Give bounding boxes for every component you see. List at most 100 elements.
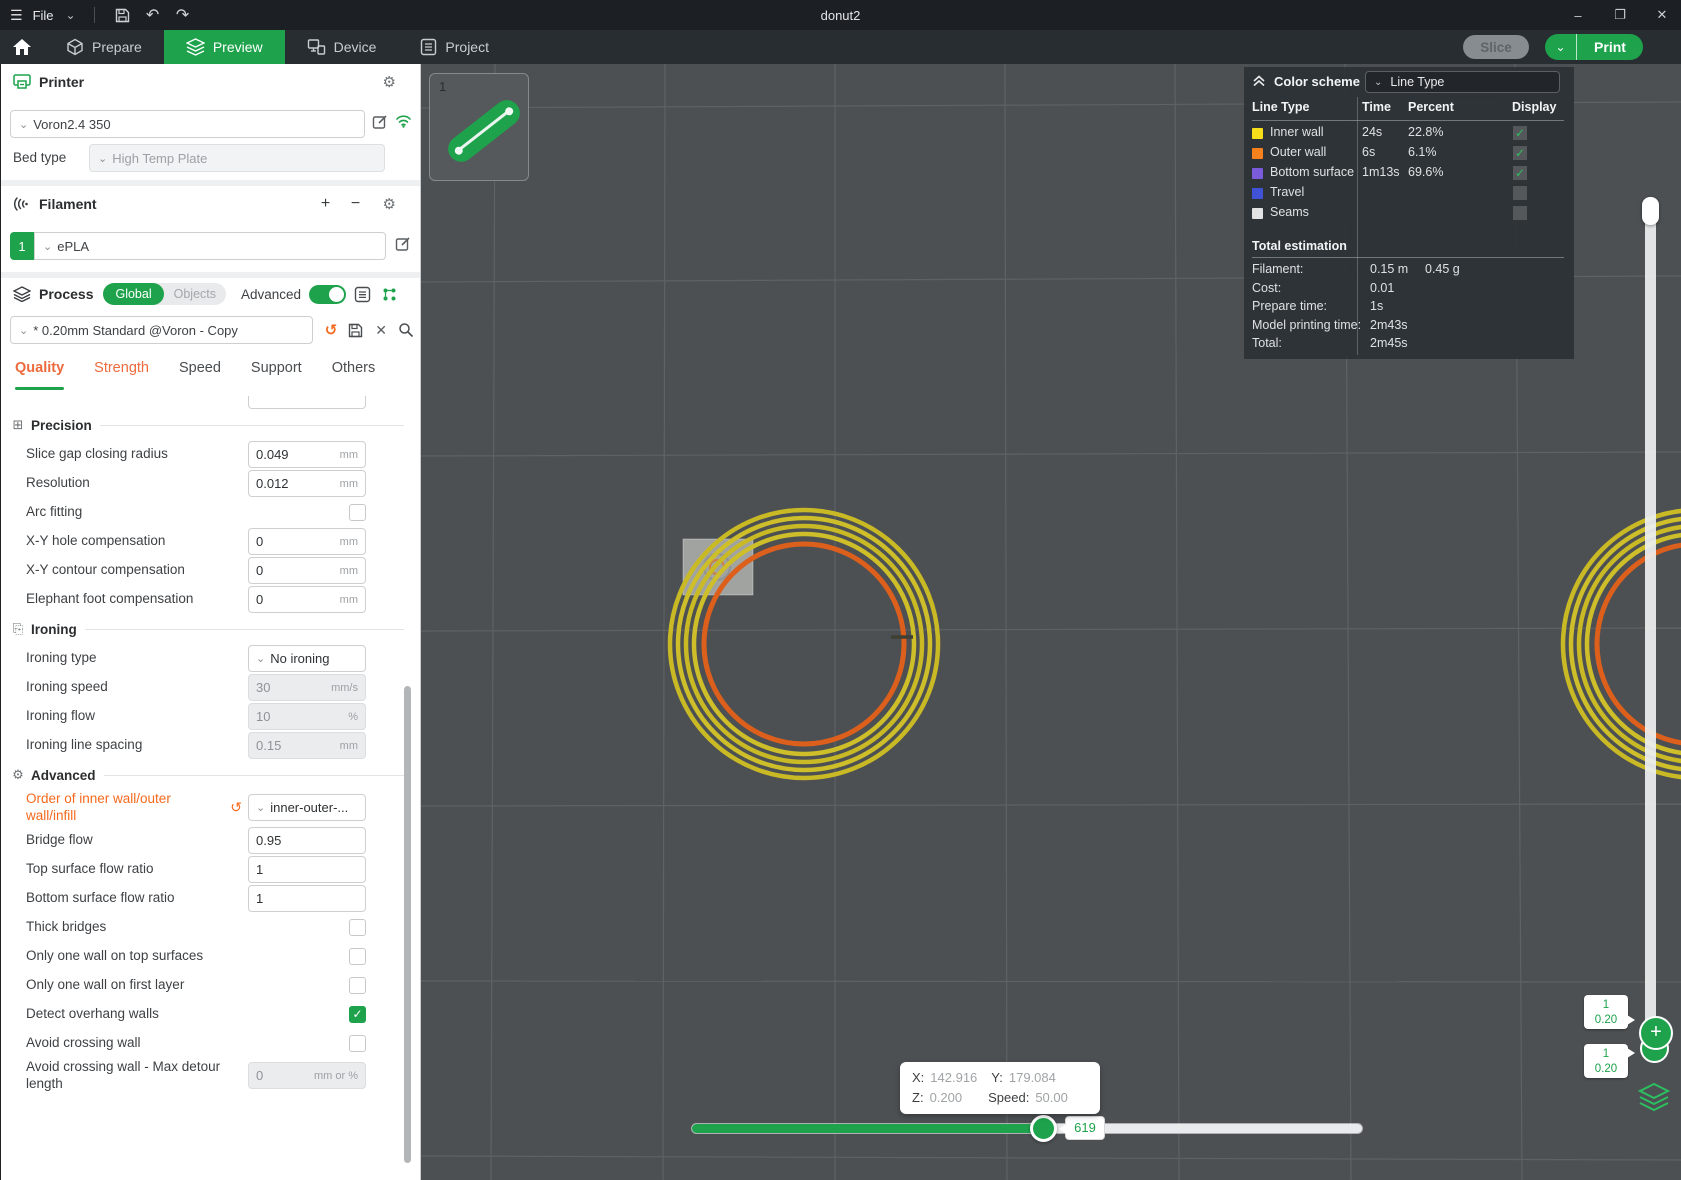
setting-checkbox[interactable] <box>349 976 366 994</box>
layer-slider-track[interactable] <box>1645 197 1656 1039</box>
advanced-icon: ⚙ <box>12 767 24 782</box>
setting-checkbox[interactable] <box>349 1034 366 1052</box>
z-value: 0.200 <box>929 1090 963 1105</box>
move-slider-handle[interactable] <box>1030 1115 1057 1142</box>
layer-stack-icon[interactable] <box>1637 1082 1671 1119</box>
tab-preview[interactable]: Preview <box>163 30 285 64</box>
tab-prepare[interactable]: Prepare <box>44 30 164 64</box>
file-menu-chevron-icon[interactable]: ⌄ <box>66 8 76 22</box>
edit-printer-icon[interactable] <box>372 114 388 130</box>
col-line-type: Line Type <box>1252 100 1310 114</box>
setting-input[interactable]: 30 mm/s <box>248 674 366 701</box>
setting-input[interactable]: 0 mm <box>248 586 366 613</box>
setting-input[interactable]: 0.95 <box>248 826 366 854</box>
process-layers-icon <box>13 286 31 302</box>
tab-project[interactable]: Project <box>398 30 511 64</box>
save-icon[interactable] <box>113 6 133 24</box>
process-preset-select[interactable]: ⌄ * 0.20mm Standard @Voron - Copy <box>10 316 313 344</box>
print-button[interactable]: Print <box>1577 34 1643 60</box>
toolbar-divider <box>93 7 95 23</box>
settings-scroll-area[interactable]: ⊞ Precision Slice gap closing radius 0.049 m… <box>1 394 414 1180</box>
display-checkbox[interactable]: ✓ <box>1513 166 1527 180</box>
col-time: Time <box>1362 100 1391 114</box>
search-icon[interactable] <box>398 322 414 338</box>
setting-input[interactable]: 1 <box>248 855 366 883</box>
filament-slot-number[interactable]: 1 <box>10 232 34 260</box>
process-tab-speed[interactable]: Speed <box>179 360 221 390</box>
setting-input[interactable]: 0 mm or % <box>248 1062 366 1090</box>
scope-global-button[interactable]: Global <box>103 283 164 305</box>
total-estimation-title: Total estimation <box>1252 239 1347 253</box>
maximize-button[interactable]: ❐ <box>1609 7 1631 23</box>
setting-input[interactable]: 10% <box>248 703 366 730</box>
add-layer-range-button[interactable]: + <box>1639 1016 1673 1050</box>
add-filament-button[interactable]: + <box>315 195 337 213</box>
minimize-button[interactable]: – <box>1567 8 1589 23</box>
tab-device[interactable]: Device <box>285 30 399 64</box>
setting-unit: mm/s <box>331 681 358 694</box>
setting-checkbox[interactable]: ✓ <box>349 1005 366 1023</box>
display-checkbox[interactable] <box>1513 186 1527 200</box>
remove-filament-button[interactable]: − <box>345 195 367 213</box>
setting-input[interactable]: 0.049 mm <box>248 441 366 468</box>
redo-icon[interactable]: ↷ <box>173 6 193 24</box>
compare-presets-icon[interactable] <box>381 286 398 303</box>
display-checkbox[interactable]: ✓ <box>1513 126 1527 140</box>
close-button[interactable]: ✕ <box>1651 7 1673 23</box>
close-preset-icon[interactable]: ✕ <box>375 322 387 339</box>
setting-input[interactable]: 0.15 mm <box>248 732 366 759</box>
display-checkbox[interactable]: ✓ <box>1513 146 1527 160</box>
reset-preset-icon[interactable]: ↺ <box>325 321 338 339</box>
hamburger-menu-icon[interactable]: ☰ <box>10 7 23 24</box>
setting-select[interactable]: ⌄ inner-outer-... <box>248 794 366 822</box>
edit-filament-icon[interactable] <box>395 236 411 252</box>
process-tab-others[interactable]: Others <box>332 360 376 390</box>
advanced-toggle[interactable] <box>309 284 346 304</box>
view-mode-value: Line Type <box>1390 75 1445 89</box>
setting-input[interactable]: 0.012 mm <box>248 470 366 497</box>
process-tab-quality[interactable]: Quality <box>15 360 65 390</box>
setting-input[interactable]: 0 mm <box>248 557 366 584</box>
filament-settings-gear-icon[interactable]: ⚙ <box>383 195 396 213</box>
setting-row: Elephant foot compensation 0 mm <box>26 586 366 613</box>
setting-label: Ironing type <box>26 650 97 666</box>
setting-input[interactable]: 1 <box>248 884 366 912</box>
settings-scrollbar[interactable] <box>404 686 411 1163</box>
setting-input[interactable]: 0 mm <box>248 528 366 555</box>
setting-value: 10 <box>256 709 271 724</box>
process-tab-strength[interactable]: Strength <box>94 360 149 390</box>
layer-range-badge-bottom: 1 0.20 <box>1584 1044 1635 1078</box>
print-dropdown-chevron-icon[interactable]: ⌄ <box>1545 34 1577 60</box>
plate-thumbnail[interactable]: 1 <box>429 73 529 181</box>
reset-setting-icon[interactable]: ↺ <box>230 799 242 816</box>
home-button[interactable] <box>0 30 44 64</box>
collapse-panel-icon[interactable] <box>1252 74 1266 88</box>
setting-row: Resolution 0.012 mm <box>26 470 366 497</box>
setting-label: Only one wall on first layer <box>26 976 185 992</box>
setting-row: Ironing flow 10% <box>26 703 366 730</box>
bed-type-select[interactable]: ⌄ High Temp Plate <box>89 144 385 172</box>
undo-icon[interactable]: ↶ <box>143 6 163 24</box>
printer-settings-gear-icon[interactable]: ⚙ <box>383 73 396 91</box>
move-slider-track[interactable] <box>692 1124 1362 1133</box>
setting-label: Only one wall on top surfaces <box>26 947 204 963</box>
setting-unit: % <box>348 710 358 723</box>
layer-slider-top-handle[interactable] <box>1642 197 1659 225</box>
section-title: Ironing <box>31 621 77 637</box>
preview-3d-viewport[interactable]: 1 Color scheme ⌄ Line Type Line Type Tim… <box>421 64 1681 1180</box>
save-preset-icon[interactable] <box>348 323 363 338</box>
setting-checkbox[interactable] <box>349 504 366 521</box>
process-tab-support[interactable]: Support <box>251 360 302 390</box>
wifi-connection-icon[interactable] <box>395 114 412 128</box>
scope-objects-button[interactable]: Objects <box>164 287 226 301</box>
file-menu[interactable]: File <box>33 8 54 23</box>
filament-preset-select[interactable]: ⌄ ePLA <box>34 232 386 260</box>
parameter-list-icon[interactable] <box>354 286 371 303</box>
setting-checkbox[interactable] <box>349 918 366 936</box>
printer-preset-select[interactable]: ⌄ Voron2.4 350 <box>10 110 365 138</box>
slice-button[interactable]: Slice <box>1463 35 1529 59</box>
setting-checkbox[interactable] <box>349 947 366 965</box>
setting-select[interactable]: ⌄ No ironing <box>248 645 366 672</box>
view-mode-select[interactable]: ⌄ Line Type <box>1365 71 1560 93</box>
display-checkbox[interactable] <box>1513 206 1527 220</box>
